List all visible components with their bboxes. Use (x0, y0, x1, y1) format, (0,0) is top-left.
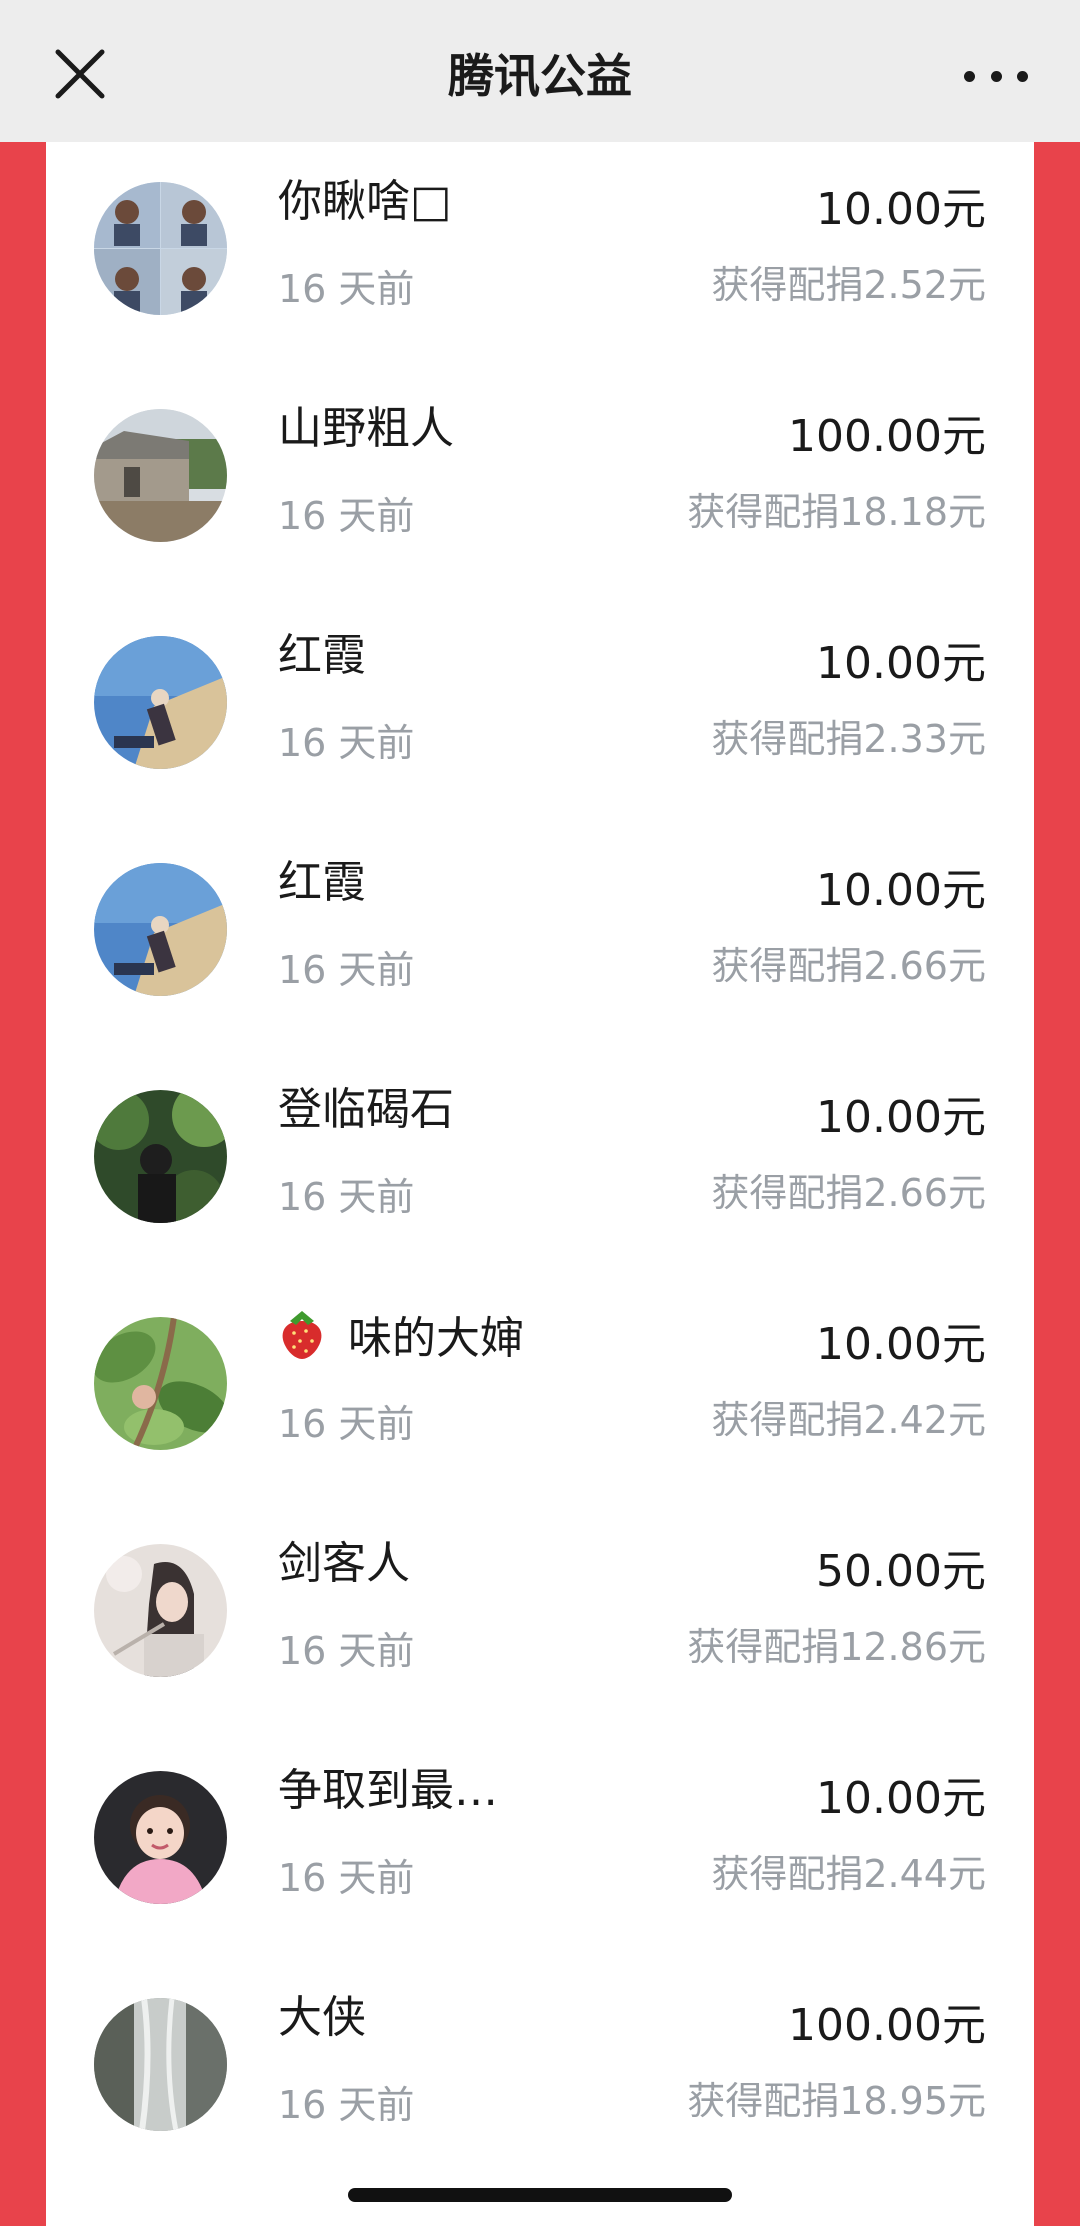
donation-list: 你瞅啥□ 16 天前 10.00元 获得配捐2.52元 山野粗人 16 天前 1… (46, 142, 1034, 2226)
avatar-swordsman-icon (94, 1544, 227, 1677)
matched-amount: 获得配捐2.44元 (711, 1852, 986, 1896)
donation-amount: 10.00元 (816, 184, 986, 235)
left-red-border (0, 142, 46, 2226)
donation-time: 16 天前 (278, 948, 415, 992)
avatar-house-icon (94, 409, 227, 542)
donation-amount: 10.00元 (816, 865, 986, 916)
donation-time: 16 天前 (278, 494, 415, 538)
donation-time: 16 天前 (278, 1175, 415, 1219)
donation-amount: 100.00元 (788, 411, 986, 462)
donation-time: 16 天前 (278, 267, 415, 311)
donor-name: 大侠 (278, 1992, 366, 2043)
donation-row[interactable]: 山野粗人 16 天前 100.00元 获得配捐18.18元 (46, 369, 1034, 596)
matched-amount: 获得配捐2.66元 (711, 944, 986, 988)
donor-name: 登临碣石 (278, 1084, 454, 1135)
avatar-beach-icon (94, 863, 227, 996)
donation-amount: 10.00元 (816, 1319, 986, 1370)
donation-row[interactable]: 大侠 16 天前 100.00元 获得配捐18.95元 (46, 1958, 1034, 2185)
donor-name: 味的大婶 (278, 1309, 524, 1367)
donation-amount: 100.00元 (788, 2000, 986, 2051)
matched-amount: 获得配捐2.52元 (711, 263, 986, 307)
donation-row[interactable]: 红霞 16 天前 10.00元 获得配捐2.66元 (46, 823, 1034, 1050)
donation-time: 16 天前 (278, 721, 415, 765)
donation-row[interactable]: 剑客人 16 天前 50.00元 获得配捐12.86元 (46, 1504, 1034, 1731)
donation-row[interactable]: 登临碣石 16 天前 10.00元 获得配捐2.66元 (46, 1050, 1034, 1277)
avatar-waterfall-icon (94, 1998, 227, 2131)
home-indicator[interactable] (348, 2188, 732, 2202)
matched-amount: 获得配捐18.18元 (687, 490, 986, 534)
donation-amount: 50.00元 (816, 1546, 986, 1597)
avatar-forest-icon (94, 1090, 227, 1223)
avatar-child-icon (94, 1771, 227, 1904)
more-options-icon[interactable] (964, 52, 1028, 100)
donation-time: 16 天前 (278, 1402, 415, 1446)
right-red-border (1034, 142, 1080, 2226)
donor-name: 红霞 (278, 630, 366, 681)
donation-time: 16 天前 (278, 1629, 415, 1673)
navigation-bar: 腾讯公益 (0, 0, 1080, 142)
matched-amount: 获得配捐18.95元 (687, 2079, 986, 2123)
donor-name-text: 味的大婶 (348, 1313, 524, 1364)
matched-amount: 获得配捐2.33元 (711, 717, 986, 761)
donation-amount: 10.00元 (816, 1092, 986, 1143)
donor-name: 山野粗人 (278, 403, 454, 454)
donor-name: 你瞅啥□ (278, 176, 452, 227)
donation-row[interactable]: 味的大婶 16 天前 10.00元 获得配捐2.42元 (46, 1277, 1034, 1504)
matched-amount: 获得配捐2.66元 (711, 1171, 986, 1215)
avatar-leaves-icon (94, 1317, 227, 1450)
donor-name: 剑客人 (278, 1538, 410, 1589)
page-title: 腾讯公益 (448, 49, 632, 103)
strawberry-icon (278, 1309, 326, 1359)
avatar-collage-icon (94, 182, 227, 315)
matched-amount: 获得配捐2.42元 (711, 1398, 986, 1442)
matched-amount: 获得配捐12.86元 (687, 1625, 986, 1669)
donation-row[interactable]: 争取到最… 16 天前 10.00元 获得配捐2.44元 (46, 1731, 1034, 1958)
donation-time: 16 天前 (278, 1856, 415, 1900)
donation-row[interactable]: 红霞 16 天前 10.00元 获得配捐2.33元 (46, 596, 1034, 823)
avatar-beach-icon (94, 636, 227, 769)
donor-name: 争取到最… (278, 1765, 498, 1816)
donation-time: 16 天前 (278, 2083, 415, 2127)
donation-row[interactable]: 你瞅啥□ 16 天前 10.00元 获得配捐2.52元 (46, 142, 1034, 369)
donation-amount: 10.00元 (816, 1773, 986, 1824)
donation-amount: 10.00元 (816, 638, 986, 689)
donor-name: 红霞 (278, 857, 366, 908)
